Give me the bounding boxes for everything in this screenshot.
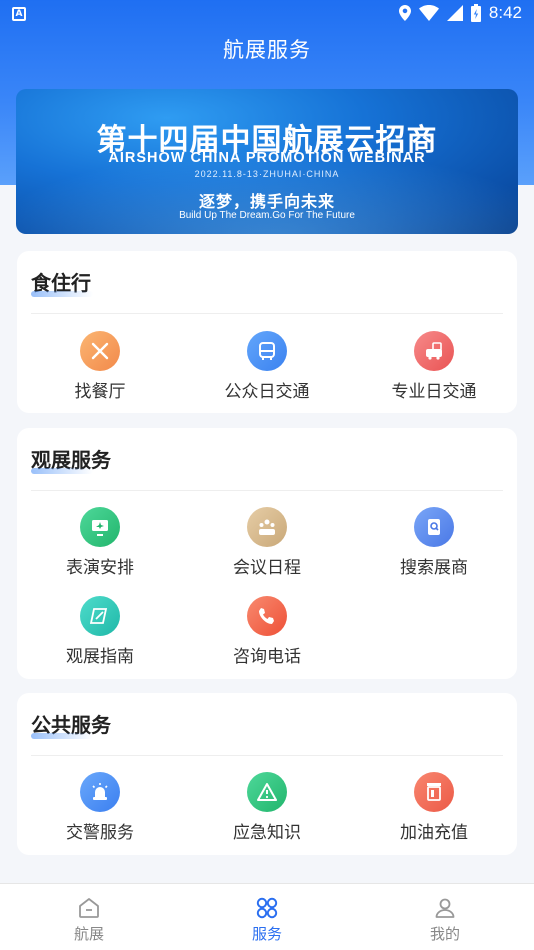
shuttle-icon bbox=[414, 331, 454, 371]
phone-icon bbox=[247, 596, 287, 636]
tab-label: 服务 bbox=[251, 925, 282, 943]
app-notification-icon: A bbox=[12, 7, 26, 21]
bottom-tab-bar: 航展 服务 我的 bbox=[0, 883, 534, 950]
divider bbox=[31, 755, 503, 756]
clock-time: 8:42 bbox=[488, 3, 522, 22]
divider bbox=[31, 490, 503, 491]
promo-banner[interactable]: 第十四届中国航展云招商 AIRSHOW CHINA PROMOTION WEBI… bbox=[16, 89, 518, 234]
banner-date: 2022.11.8-13·ZHUHAI·CHINA bbox=[194, 169, 340, 179]
service-item-exhibitor-search[interactable]: 搜索展商 bbox=[351, 507, 517, 591]
service-item-label: 专业日交通 bbox=[391, 382, 477, 402]
service-item-label: 找餐厅 bbox=[74, 382, 126, 402]
airshow-performance-icon bbox=[80, 507, 120, 547]
section-public-services: 公共服务 交警服务 应急知识 加油充值 bbox=[17, 693, 517, 855]
section-food-transport: 食住行 找餐厅 公众日交通 专业日交通 bbox=[17, 251, 517, 413]
warning-icon bbox=[247, 772, 287, 812]
service-item-traffic-police[interactable]: 交警服务 bbox=[17, 772, 183, 856]
service-item-emergency-knowledge[interactable]: 应急知识 bbox=[184, 772, 350, 856]
tab-label: 航展 bbox=[73, 925, 104, 943]
meeting-icon bbox=[247, 507, 287, 547]
service-item-label: 交警服务 bbox=[66, 823, 134, 843]
tab-profile[interactable]: 我的 bbox=[356, 884, 534, 950]
service-item-label: 表演安排 bbox=[66, 558, 134, 578]
restaurant-icon bbox=[80, 331, 120, 371]
banner-slogan: 逐梦，携手向未来 bbox=[198, 192, 335, 211]
guide-icon bbox=[80, 596, 120, 636]
bus-icon bbox=[247, 331, 287, 371]
service-item-label: 公众日交通 bbox=[224, 382, 310, 402]
service-item-label: 会议日程 bbox=[233, 558, 301, 578]
wifi-icon bbox=[418, 5, 439, 21]
service-item-label: 搜索展商 bbox=[400, 558, 468, 578]
service-item-label: 应急知识 bbox=[233, 823, 301, 843]
service-item-label: 咨询电话 bbox=[233, 647, 301, 667]
tab-label: 我的 bbox=[429, 925, 460, 943]
section-visitor-services: 观展服务 表演安排 会议日程 搜索展商 观展指南 咨询电话 bbox=[17, 428, 517, 679]
service-item-hotline[interactable]: 咨询电话 bbox=[184, 596, 350, 680]
service-item-meeting-schedule[interactable]: 会议日程 bbox=[184, 507, 350, 591]
banner-slogan-en: Build Up The Dream.Go For The Future bbox=[179, 210, 355, 221]
services-icon bbox=[256, 897, 278, 919]
tab-airshow[interactable]: 航展 bbox=[0, 884, 178, 950]
banner-subtitle: AIRSHOW CHINA PROMOTION WEBINAR bbox=[108, 150, 426, 166]
section-title: 观展服务 bbox=[31, 444, 111, 474]
service-item-visitor-guide[interactable]: 观展指南 bbox=[17, 596, 183, 680]
section-title: 公共服务 bbox=[31, 709, 111, 739]
tab-services[interactable]: 服务 bbox=[178, 884, 356, 950]
service-item-performance[interactable]: 表演安排 bbox=[17, 507, 183, 591]
page-title: 航展服务 bbox=[223, 38, 311, 62]
profile-icon bbox=[435, 898, 455, 918]
battery-icon bbox=[470, 4, 481, 22]
service-item-professional-transport[interactable]: 专业日交通 bbox=[351, 331, 517, 415]
exhibitor-search-icon bbox=[414, 507, 454, 547]
service-item-public-transport[interactable]: 公众日交通 bbox=[184, 331, 350, 415]
service-item-fuel-recharge[interactable]: 加油充值 bbox=[351, 772, 517, 856]
divider bbox=[31, 313, 503, 314]
location-icon bbox=[398, 5, 411, 21]
service-item-label: 观展指南 bbox=[66, 647, 134, 667]
service-item-label: 加油充值 bbox=[400, 823, 468, 843]
status-bar: A 8:42 bbox=[0, 0, 534, 28]
police-siren-icon bbox=[80, 772, 120, 812]
home-icon bbox=[79, 898, 99, 918]
signal-icon bbox=[446, 5, 463, 21]
section-title: 食住行 bbox=[31, 267, 93, 297]
service-item-restaurant[interactable]: 找餐厅 bbox=[17, 331, 183, 415]
fuel-icon bbox=[414, 772, 454, 812]
